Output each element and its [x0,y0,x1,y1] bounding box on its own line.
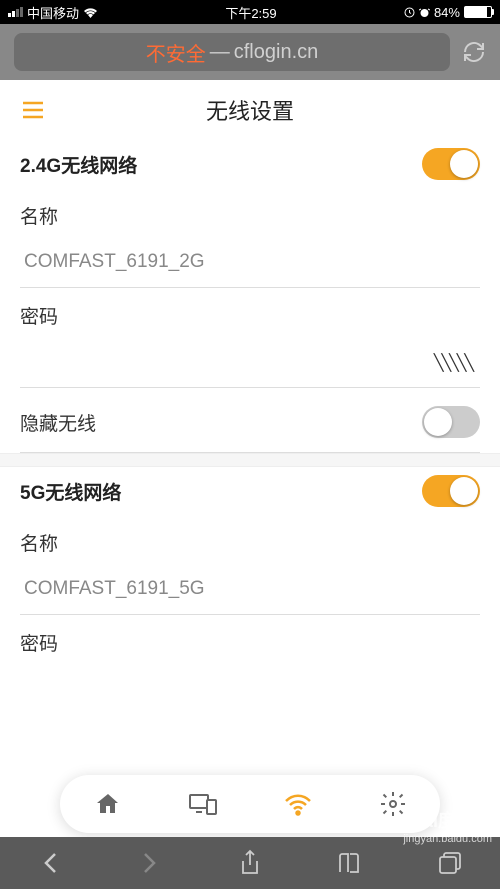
battery-icon [464,6,492,18]
nav-home-icon[interactable] [90,786,126,822]
wifi-icon [83,7,98,18]
bottom-nav [60,775,440,833]
battery-pct: 84% [434,5,460,20]
wifi-24g-hide-label: 隐藏无线 [20,409,96,436]
wifi-24g-name-label: 名称 [20,188,480,237]
wifi-24g-password-input[interactable] [20,337,480,388]
wifi-5g-header: 5G无线网络 [20,467,480,515]
page-title: 无线设置 [206,94,294,126]
wifi-24g-hide-toggle[interactable] [422,406,480,438]
nav-wifi-icon[interactable] [280,786,316,822]
wifi-24g-hide-row: 隐藏无线 [20,388,480,453]
wifi-5g-password-label: 密码 [20,615,480,664]
eye-closed-icon[interactable]: ╲╲╲╲╲ [434,353,472,373]
nav-devices-icon[interactable] [185,786,221,822]
carrier-label: 中国移动 [27,3,79,22]
url-field[interactable]: 不安全 — cflogin.cn [14,33,450,71]
wifi-24g-title: 2.4G无线网络 [20,151,137,178]
lock-icon [404,7,415,18]
share-icon[interactable] [235,848,265,878]
tabs-icon[interactable] [435,848,465,878]
watermark-logo: Bai度经验 [403,807,492,833]
signal-icon [8,7,23,17]
wifi-24g-password-label: 密码 [20,288,480,337]
status-bar: 中国移动 下午2:59 84% [0,0,500,24]
status-left: 中国移动 [8,3,98,22]
back-icon[interactable] [35,848,65,878]
wifi-24g-name-input[interactable] [20,237,480,288]
watermark-url: jingyan.baidu.com [403,833,492,845]
wifi-5g-name-label: 名称 [20,515,480,564]
url-host: cflogin.cn [234,41,319,64]
watermark: Bai度经验 jingyan.baidu.com [403,807,492,845]
wifi-5g-name-input[interactable] [20,564,480,615]
section-divider [0,453,500,467]
status-time: 下午2:59 [225,3,276,22]
url-sep: — [210,41,230,64]
wifi-5g-title: 5G无线网络 [20,478,121,505]
browser-url-bar: 不安全 — cflogin.cn [0,24,500,80]
refresh-icon[interactable] [462,40,486,64]
wifi-24g-header: 2.4G无线网络 [20,140,480,188]
menu-icon[interactable] [20,97,46,123]
wifi-24g-toggle[interactable] [422,148,480,180]
wifi-5g-toggle[interactable] [422,475,480,507]
forward-icon[interactable] [135,848,165,878]
bookmarks-icon[interactable] [335,848,365,878]
alarm-icon [419,7,430,18]
url-warning: 不安全 [146,38,206,67]
status-right: 84% [404,5,492,20]
page-header: 无线设置 [0,80,500,140]
wifi-24g-section: 2.4G无线网络 名称 密码 ╲╲╲╲╲ 隐藏无线 [0,140,500,467]
wifi-5g-section: 5G无线网络 名称 密码 [0,467,500,664]
